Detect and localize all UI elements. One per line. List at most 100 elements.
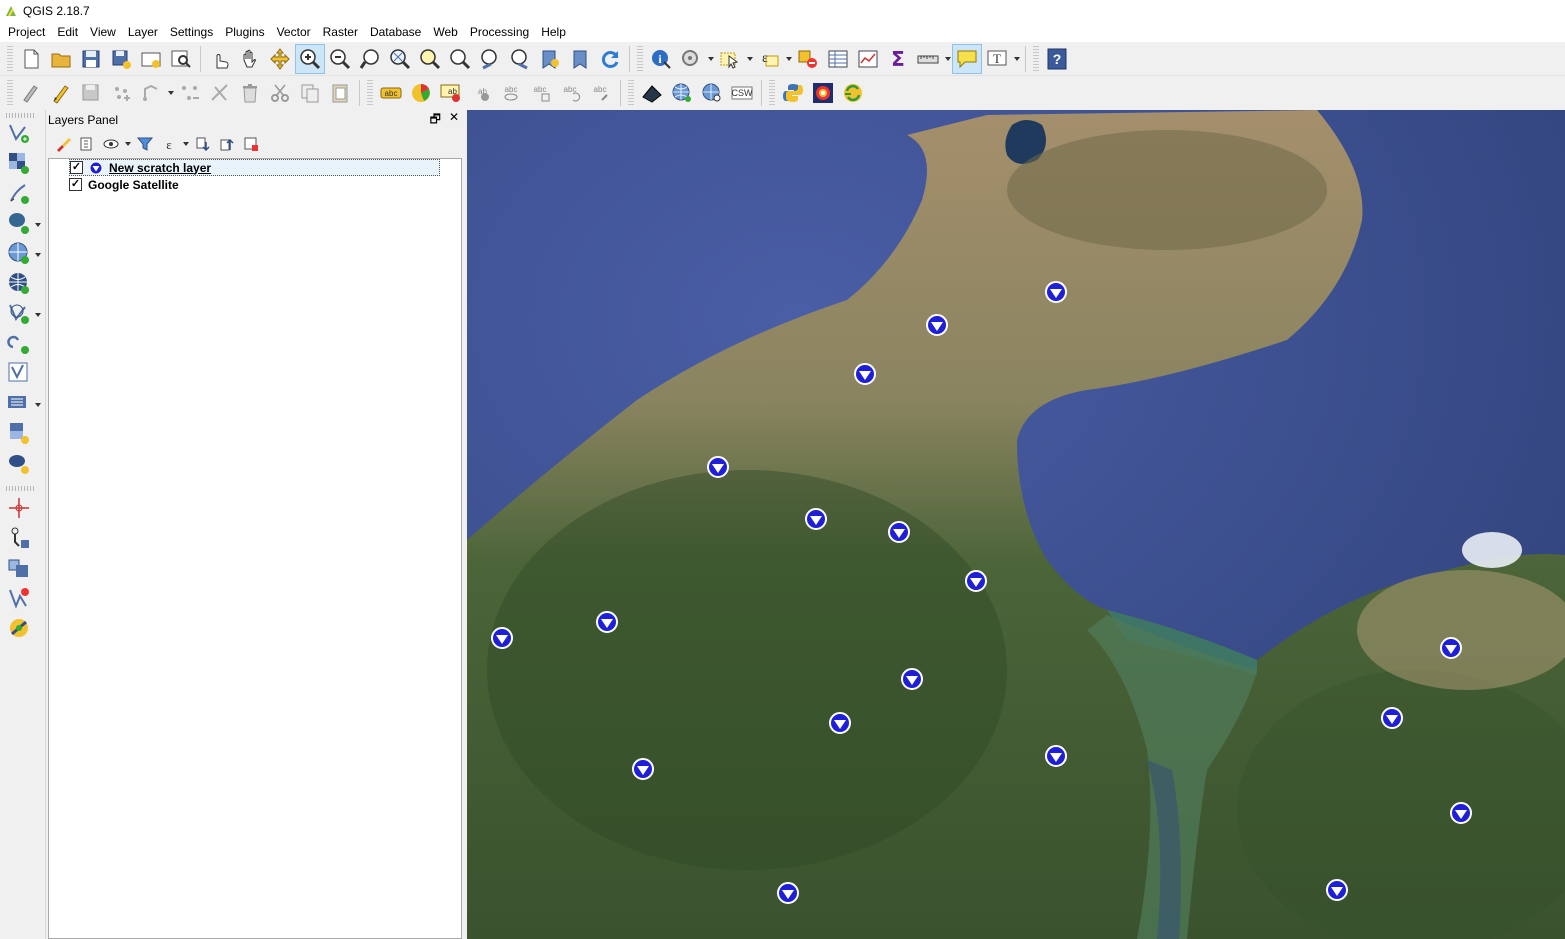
run-action-button[interactable] — [676, 44, 706, 74]
digitize-point-button[interactable] — [4, 493, 34, 523]
toolbar-grip[interactable] — [367, 80, 373, 106]
map-point-marker[interactable] — [491, 627, 513, 649]
close-panel-icon[interactable]: ✕ — [449, 110, 459, 131]
current-edits-button[interactable] — [16, 78, 46, 108]
toolbar-grip[interactable] — [7, 80, 13, 106]
attribute-table-button[interactable] — [823, 44, 853, 74]
georeference-button[interactable] — [4, 553, 34, 583]
toolbar-grip[interactable] — [6, 486, 36, 491]
zoom-last-button[interactable] — [475, 44, 505, 74]
text-annotation-button[interactable]: T — [982, 44, 1012, 74]
map-point-marker[interactable] — [1450, 802, 1472, 824]
menu-item-database[interactable]: Database — [364, 22, 427, 42]
topology-button[interactable] — [4, 583, 34, 613]
add-feature-button[interactable] — [106, 78, 136, 108]
track-button[interactable] — [4, 523, 34, 553]
diagram-button[interactable] — [406, 78, 436, 108]
plugin-a-button[interactable] — [808, 78, 838, 108]
visibility-dropdown[interactable] — [125, 134, 131, 154]
add-vector-layer-button[interactable] — [4, 118, 34, 148]
add-wcs-button[interactable] — [697, 78, 727, 108]
help-button[interactable]: ? — [1042, 44, 1072, 74]
add-wms-layer-button[interactable] — [4, 238, 34, 268]
map-point-marker[interactable] — [1045, 281, 1067, 303]
trash-button[interactable] — [235, 78, 265, 108]
rotate-label-button[interactable]: abc — [556, 78, 586, 108]
refresh-button[interactable] — [595, 44, 625, 74]
measure-button[interactable] — [913, 44, 943, 74]
new-bookmark-button[interactable] — [535, 44, 565, 74]
gps-tools-button[interactable] — [4, 613, 34, 643]
map-tips-button[interactable] — [952, 43, 982, 74]
menu-item-view[interactable]: View — [84, 22, 122, 42]
add-virtual-layer-button[interactable] — [4, 358, 34, 388]
remove-layer-button[interactable] — [241, 134, 261, 154]
terrain-button[interactable] — [637, 78, 667, 108]
deselect-button[interactable] — [793, 44, 823, 74]
touch-zoom-button[interactable] — [205, 44, 235, 74]
copy-features-button[interactable] — [295, 78, 325, 108]
zoom-actual-button[interactable] — [355, 44, 385, 74]
menu-item-help[interactable]: Help — [535, 22, 572, 42]
layer-visibility-checkbox[interactable]: ✓ — [69, 178, 82, 191]
menu-item-web[interactable]: Web — [427, 22, 463, 42]
map-point-marker[interactable] — [926, 314, 948, 336]
add-oracle-layer-button[interactable] — [4, 388, 34, 418]
oracle-dropdown[interactable] — [35, 400, 43, 410]
select-features-button[interactable] — [715, 44, 745, 74]
add-group-button[interactable] — [77, 134, 97, 154]
move-feature-dropdown[interactable] — [166, 78, 175, 108]
save-edits-button[interactable] — [76, 78, 106, 108]
map-point-marker[interactable] — [1045, 745, 1067, 767]
csw-button[interactable]: CSW — [727, 78, 757, 108]
toolbar-grip[interactable] — [7, 45, 13, 72]
map-canvas[interactable] — [467, 110, 1565, 939]
show-bookmarks-button[interactable] — [565, 44, 595, 74]
pan-button[interactable] — [235, 44, 265, 74]
open-project-button[interactable] — [46, 44, 76, 74]
move-label-button[interactable]: abc — [526, 78, 556, 108]
zoom-to-selection-button[interactable] — [415, 44, 445, 74]
map-point-marker[interactable] — [805, 508, 827, 530]
float-panel-icon[interactable]: 🗗 — [430, 110, 441, 131]
menu-item-layer[interactable]: Layer — [122, 22, 164, 42]
add-postgis-button[interactable] — [4, 208, 34, 238]
layer-visibility-checkbox[interactable]: ✓ — [70, 161, 83, 174]
expand-all-button[interactable] — [193, 134, 213, 154]
pan-to-selection-button[interactable] — [265, 44, 295, 74]
menu-item-plugins[interactable]: Plugins — [219, 22, 270, 42]
statistics-button[interactable] — [853, 44, 883, 74]
add-wms-button[interactable] — [667, 78, 697, 108]
layer-labeling-button[interactable]: abc — [376, 78, 406, 108]
annotation-dropdown[interactable] — [1012, 44, 1021, 74]
map-point-marker[interactable] — [596, 611, 618, 633]
map-point-marker[interactable] — [1326, 879, 1348, 901]
zoom-to-layer-button[interactable] — [445, 44, 475, 74]
map-point-marker[interactable] — [888, 521, 910, 543]
filter-legend-button[interactable] — [135, 134, 155, 154]
manage-visibility-button[interactable] — [101, 134, 121, 154]
menu-item-edit[interactable]: Edit — [51, 22, 84, 42]
menu-item-settings[interactable]: Settings — [164, 22, 219, 42]
highlight-pinned-labels-button[interactable]: ab — [436, 78, 466, 108]
layer-styling-button[interactable] — [53, 134, 73, 154]
zoom-full-button[interactable] — [385, 44, 415, 74]
expression-dropdown[interactable] — [183, 134, 189, 154]
toggle-editing-button[interactable] — [46, 78, 76, 108]
layer-item-google-satellite[interactable]: ✓ Google Satellite — [69, 176, 179, 193]
add-wfs-layer-button[interactable] — [4, 298, 34, 328]
zoom-out-button[interactable] — [325, 44, 355, 74]
select-dropdown[interactable] — [745, 44, 754, 74]
map-point-marker[interactable] — [1381, 707, 1403, 729]
paste-features-button[interactable] — [325, 78, 355, 108]
menu-item-processing[interactable]: Processing — [464, 22, 535, 42]
measure-dropdown[interactable] — [943, 44, 952, 74]
menu-item-vector[interactable]: Vector — [271, 22, 317, 42]
map-point-marker[interactable] — [854, 363, 876, 385]
action-dropdown[interactable] — [706, 44, 715, 74]
zoom-next-button[interactable] — [505, 44, 535, 74]
change-label-button[interactable]: abc — [586, 78, 616, 108]
collapse-all-button[interactable] — [217, 134, 237, 154]
map-point-marker[interactable] — [777, 882, 799, 904]
sum-button[interactable]: Σ — [883, 44, 913, 74]
